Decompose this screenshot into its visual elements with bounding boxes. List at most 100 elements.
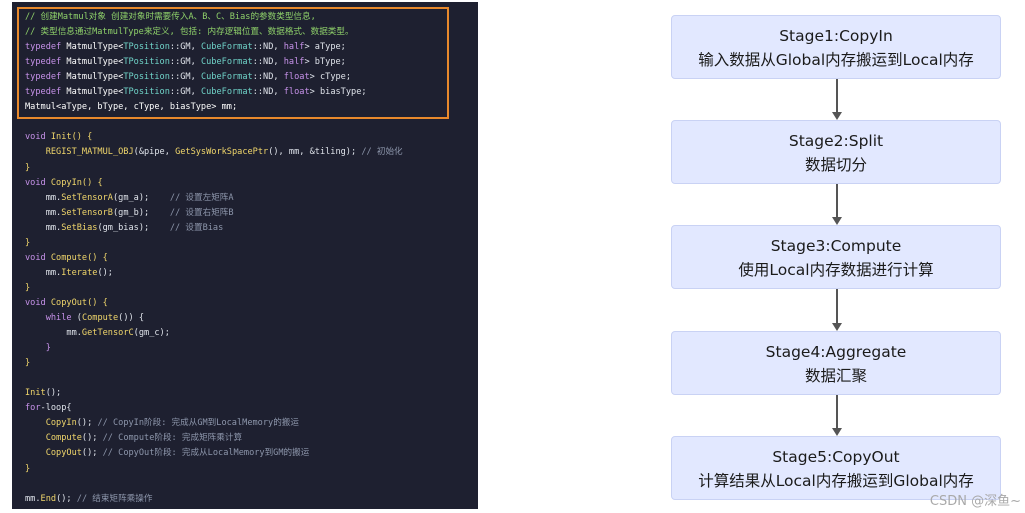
- code-token: typedef: [25, 57, 67, 68]
- code-line: mm.GetTensorC(gm_c);: [25, 327, 170, 339]
- code-token: TPosition: [123, 72, 170, 83]
- code-line: typedef MatmulType<TPosition::GM, CubeFo…: [25, 71, 351, 83]
- code-line: // 创建Matmul对象 创建对象时需要传入A、B、C、Bias的参数类型信息…: [25, 11, 316, 23]
- code-token: }: [25, 358, 31, 369]
- watermark: CSDN @深鱼~: [929, 494, 1021, 509]
- code-line: typedef MatmulType<TPosition::GM, CubeFo…: [25, 41, 346, 53]
- code-token: for: [25, 403, 41, 414]
- code-token: typedef: [25, 87, 67, 98]
- flow-arrow-head: [832, 428, 842, 436]
- code-token: half: [283, 57, 305, 68]
- code-line: }: [25, 282, 30, 294]
- stage-title: Stage1:CopyIn: [779, 27, 893, 45]
- code-line: mm.SetTensorB(gm_b); // 设置右矩阵B: [25, 207, 234, 219]
- code-line: typedef MatmulType<TPosition::GM, CubeFo…: [25, 86, 367, 98]
- code-line: CopyIn(); // CopyIn阶段: 完成从GM到LocalMemory…: [25, 417, 299, 429]
- code-token: Compute: [81, 313, 119, 323]
- stage-description: 使用Local内存数据进行计算: [738, 261, 934, 279]
- code-token: ()) {: [118, 313, 145, 323]
- code-line: }: [25, 162, 30, 174]
- stage-title: Stage3:Compute: [770, 237, 902, 255]
- code-token: SetTensorA: [61, 192, 113, 203]
- code-token: > aType;: [304, 42, 346, 53]
- code-token: void: [25, 297, 51, 308]
- code-token: typedef: [25, 72, 67, 83]
- stage-title: Stage5:CopyOut: [772, 448, 900, 466]
- code-token: mm.: [25, 493, 41, 504]
- flow-arrow-head: [832, 112, 842, 120]
- code-token: (gm_c);: [133, 328, 170, 339]
- code-token: float: [283, 87, 310, 98]
- code-line: }: [25, 342, 51, 354]
- code-token: // 设置右矩阵B: [169, 207, 234, 218]
- code-token: Iterate: [61, 267, 98, 278]
- code-token: }: [25, 463, 31, 474]
- stage-description: 计算结果从Local内存搬运到Global内存: [698, 472, 974, 490]
- code-token: ();: [45, 388, 62, 399]
- code-token: }: [25, 343, 51, 354]
- code-token: typedef: [25, 42, 67, 53]
- code-token: > biasType;: [309, 87, 367, 98]
- code-line: Init();: [25, 387, 61, 399]
- code-token: }: [25, 237, 31, 248]
- code-token: ();: [56, 493, 77, 504]
- code-token: Init: [50, 132, 72, 143]
- code-token: // 初始化: [361, 147, 403, 158]
- code-token: }: [25, 282, 31, 293]
- code-token: TPosition: [123, 57, 170, 68]
- code-token: MatmulType<: [66, 57, 124, 68]
- code-line: void CopyIn() {: [25, 177, 103, 189]
- stage-box: Stage2:Split 数据切分: [671, 120, 1001, 184]
- code-line: typedef MatmulType<TPosition::GM, CubeFo…: [25, 56, 346, 68]
- code-line: // 类型信息通过MatmulType来定义, 包括: 内存逻辑位置、数据格式、…: [25, 26, 354, 38]
- code-token: CopyIn: [50, 177, 82, 188]
- code-token: ();: [76, 418, 98, 429]
- code-token: MatmulType<: [66, 72, 124, 83]
- code-token: Matmul<aType, bType, cType, biasType> mm…: [25, 102, 238, 113]
- stage-box: Stage1:CopyIn 输入数据从Global内存搬运到Local内存: [671, 15, 1001, 79]
- code-panel: // 创建Matmul对象 创建对象时需要传入A、B、C、Bias的参数类型信息…: [12, 2, 478, 509]
- code-token: () {: [87, 252, 108, 263]
- code-token: Init: [25, 388, 46, 399]
- flow-arrow-line: [836, 184, 838, 217]
- code-line: Matmul<aType, bType, cType, biasType> mm…: [25, 101, 237, 113]
- code-token: SetTensorB: [61, 207, 113, 218]
- code-token: float: [283, 72, 310, 83]
- code-token: () {: [81, 177, 103, 188]
- code-token: () {: [87, 297, 108, 308]
- code-token: mm.: [25, 328, 82, 339]
- code-line: while (Compute()) {: [25, 312, 144, 324]
- code-token: ::GM,: [169, 57, 201, 68]
- code-token: mm.: [25, 192, 62, 203]
- code-token: REGIST_MATMUL_OBJ: [25, 147, 134, 158]
- code-token: while: [25, 313, 77, 323]
- code-token: // 设置左矩阵A: [169, 192, 234, 203]
- code-token: mm.: [25, 267, 62, 278]
- code-token: TPosition: [123, 42, 170, 53]
- code-token: // 设置Bias: [169, 222, 224, 233]
- flow-arrow-head: [832, 323, 842, 331]
- code-token: MatmulType<: [66, 87, 124, 98]
- code-token: // 类型信息通过MatmulType来定义, 包括: 内存逻辑位置、数据格式、…: [25, 27, 354, 38]
- code-token: CubeFormat: [200, 87, 253, 98]
- code-token: GetSysWorkSpacePtr: [175, 147, 269, 158]
- code-token: void: [25, 132, 51, 143]
- stage-title: Stage2:Split: [788, 132, 884, 150]
- code-line: Compute(); // Compute阶段: 完成矩阵乘计算: [25, 432, 242, 444]
- code-token: // CopyIn阶段: 完成从GM到LocalMemory的搬运: [97, 418, 299, 429]
- code-token: CubeFormat: [200, 57, 253, 68]
- code-line: REGIST_MATMUL_OBJ(&pipe, GetSysWorkSpace…: [25, 146, 403, 158]
- stage-box: Stage3:Compute 使用Local内存数据进行计算: [671, 225, 1001, 289]
- flow-arrow-line: [836, 79, 838, 112]
- code-token: > cType;: [309, 72, 352, 83]
- code-token: // Compute阶段: 完成矩阵乘计算: [102, 433, 243, 444]
- code-line: void Compute() {: [25, 252, 108, 264]
- code-token: half: [283, 42, 305, 53]
- code-line: for-loop{: [25, 402, 72, 414]
- flow-arrow-head: [832, 217, 842, 225]
- code-token: // 创建Matmul对象 创建对象时需要传入A、B、C、Bias的参数类型信息…: [25, 12, 316, 22]
- code-token: void: [25, 252, 51, 263]
- code-line: void Init() {: [25, 131, 92, 143]
- stage-description: 数据切分: [804, 156, 867, 174]
- code-token: CubeFormat: [200, 42, 253, 53]
